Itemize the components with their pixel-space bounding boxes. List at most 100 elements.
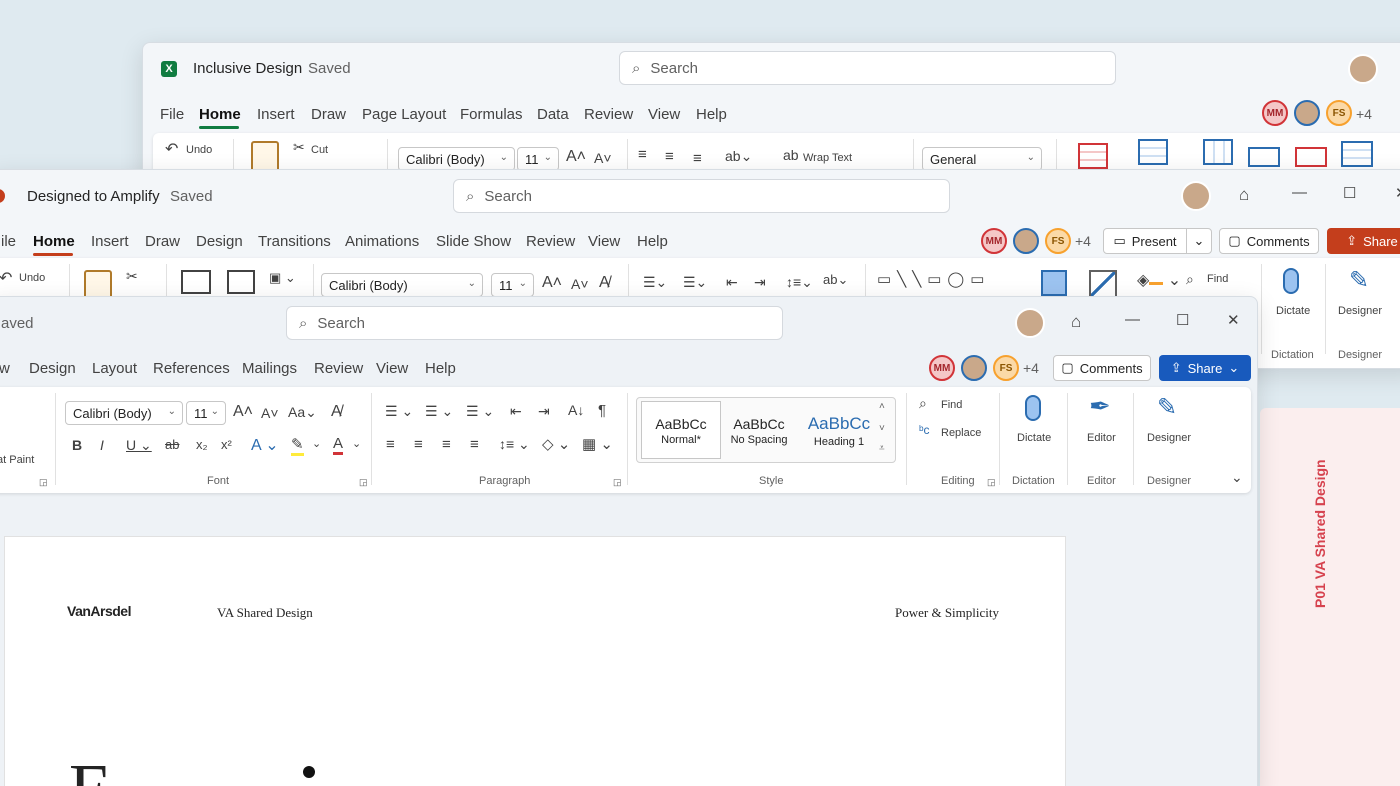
show-marks-icon[interactable]: ¶ <box>598 402 606 419</box>
minimize-icon[interactable]: — <box>1125 311 1140 328</box>
excel-menu-formulas[interactable]: Formulas <box>460 106 523 123</box>
bullets-icon[interactable]: ☰ ⌄ <box>385 403 413 420</box>
text-direction-icon[interactable]: ab⌄ <box>823 272 848 288</box>
maximize-icon[interactable]: ☐ <box>1176 311 1189 329</box>
word-menu-view[interactable]: View <box>376 360 408 377</box>
change-case-icon[interactable]: Aa⌄ <box>288 404 317 421</box>
wrap-text-label[interactable]: Wrap Text <box>803 152 852 164</box>
excel-menu-home[interactable]: Home <box>199 106 241 123</box>
wrap-text-icon[interactable]: ab <box>783 147 799 163</box>
numbering-icon[interactable]: ☰⌄ <box>683 274 707 291</box>
ppt-menu-draw[interactable]: Draw <box>145 233 180 250</box>
undo-label[interactable]: Undo <box>186 144 212 156</box>
excel-size-dropdown[interactable]: 11 ⌄ <box>517 147 559 171</box>
ppt-menu-insert[interactable]: Insert <box>91 233 129 250</box>
ppt-menu-help[interactable]: Help <box>637 233 668 250</box>
word-menu-review[interactable]: Review <box>314 360 363 377</box>
word-share-button[interactable]: ⇪ Share ⌄ <box>1159 355 1251 381</box>
dictate-label[interactable]: Dictate <box>1276 305 1310 317</box>
arrange-icon[interactable] <box>1041 270 1067 296</box>
text-effects-icon[interactable]: A ⌄ <box>251 435 279 455</box>
designer-label[interactable]: Designer <box>1338 305 1382 317</box>
grow-font-icon[interactable]: A˄ <box>542 274 562 292</box>
bullets-icon[interactable]: ☰⌄ <box>643 274 667 291</box>
collaborator-count[interactable]: +4 <box>1023 360 1039 376</box>
sort-icon[interactable]: A↓ <box>568 402 584 418</box>
excel-menu-view[interactable]: View <box>648 106 680 123</box>
align-bottom-icon[interactable]: ≡ <box>693 150 702 167</box>
excel-font-dropdown[interactable]: Calibri (Body) ⌄ <box>398 147 515 171</box>
ppt-menu-home[interactable]: Home <box>33 233 75 250</box>
collaborator-avatar-photo[interactable] <box>1294 100 1320 126</box>
word-font-dropdown[interactable]: Calibri (Body) ⌄ <box>65 401 183 425</box>
editor-label[interactable]: Editor <box>1087 432 1116 444</box>
collaborator-avatar-fs[interactable]: FS <box>993 355 1019 381</box>
ppt-menu-review[interactable]: Review <box>526 233 575 250</box>
collaborator-avatar-mm[interactable]: MM <box>981 228 1007 254</box>
word-comments-button[interactable]: ▢ Comments <box>1053 355 1151 381</box>
excel-menu-file[interactable]: File <box>160 106 184 123</box>
style-normal[interactable]: AaBbCc Normal* <box>641 401 721 459</box>
collaborator-avatar-mm[interactable]: MM <box>929 355 955 381</box>
collaborator-avatar-mm[interactable]: MM <box>1262 100 1288 126</box>
dialog-launcher-icon[interactable]: ◲ <box>613 477 622 488</box>
font-color-icon[interactable]: A <box>333 435 344 455</box>
layout-icon[interactable]: ▣ ⌄ <box>269 270 296 286</box>
close-icon[interactable]: ✕ <box>1395 184 1400 202</box>
excel-menu-help[interactable]: Help <box>696 106 727 123</box>
find-label[interactable]: Find <box>1207 273 1228 285</box>
ppt-menu-view[interactable]: View <box>588 233 620 250</box>
document-page[interactable]: VanArsdel VA Shared Design Power & Simpl… <box>4 536 1066 786</box>
present-button[interactable]: ▭ Present <box>1103 228 1187 254</box>
orientation-icon[interactable]: ab⌄ <box>725 148 752 165</box>
excel-menu-review[interactable]: Review <box>584 106 633 123</box>
ppt-font-dropdown[interactable]: Calibri (Body) ⌄ <box>321 273 483 297</box>
word-menu-layout[interactable]: Layout <box>92 360 137 377</box>
excel-menu-data[interactable]: Data <box>537 106 569 123</box>
find-label[interactable]: Find <box>941 399 962 411</box>
numbering-icon[interactable]: ☰ ⌄ <box>425 403 453 420</box>
ppt-menu-slideshow[interactable]: Slide Show <box>436 233 511 250</box>
superscript-icon[interactable]: x² <box>221 437 232 452</box>
conditional-formatting-icon[interactable] <box>1078 143 1108 169</box>
format-as-table-icon[interactable] <box>1138 139 1168 165</box>
user-avatar[interactable] <box>1181 181 1211 211</box>
line-spacing-icon[interactable]: ↕≡⌄ <box>786 274 813 291</box>
word-search-box[interactable]: ⌕ Search <box>286 306 783 340</box>
cut-icon[interactable]: ✂ <box>293 139 305 156</box>
style-heading-1[interactable]: AaBbCc Heading 1 <box>799 401 879 461</box>
line-spacing-icon[interactable]: ↕≡ ⌄ <box>499 436 530 453</box>
replace-label[interactable]: Replace <box>941 427 981 439</box>
editor-pen-icon[interactable]: ✒ <box>1089 391 1111 422</box>
ppt-menu-transitions[interactable]: Transitions <box>258 233 331 250</box>
collaborator-avatar-fs[interactable]: FS <box>1045 228 1071 254</box>
dialog-launcher-icon[interactable]: ◲ <box>359 477 368 488</box>
present-dropdown[interactable]: ⌄ <box>1186 228 1212 254</box>
new-slide-icon[interactable] <box>181 270 211 294</box>
dictate-label[interactable]: Dictate <box>1017 432 1051 444</box>
word-menu-view-partial[interactable]: w <box>0 360 10 377</box>
ppt-menu-animations[interactable]: Animations <box>345 233 419 250</box>
ppt-menu-file[interactable]: ile <box>1 233 16 250</box>
designer-wand-icon[interactable]: ✎ <box>1157 393 1177 422</box>
highlight-icon[interactable]: ✎ <box>291 435 304 456</box>
quick-styles-icon[interactable] <box>1089 270 1117 298</box>
replace-icon[interactable]: ᵇc <box>919 423 930 437</box>
designer-label[interactable]: Designer <box>1147 432 1191 444</box>
feedback-icon[interactable]: ⌂ <box>1239 185 1249 205</box>
ppt-share-button[interactable]: ⇪ Share <box>1327 228 1400 254</box>
collapse-ribbon-icon[interactable]: ⌄ <box>1231 469 1243 486</box>
number-format-dropdown[interactable]: General ⌄ <box>922 147 1042 171</box>
shrink-font-icon[interactable]: A˅ <box>594 150 612 166</box>
designer-wand-icon[interactable]: ✎ <box>1349 266 1369 295</box>
grow-font-icon[interactable]: A˄ <box>566 148 586 166</box>
dialog-launcher-icon[interactable]: ◲ <box>39 477 48 488</box>
reuse-slides-icon[interactable] <box>227 270 255 294</box>
shading-icon[interactable]: ◇ ⌄ <box>542 435 570 453</box>
justify-icon[interactable]: ≡ <box>470 436 479 453</box>
microphone-icon[interactable] <box>1025 395 1041 421</box>
delete-cells-icon[interactable] <box>1295 147 1327 167</box>
style-no-spacing[interactable]: AaBbCc No Spacing <box>719 401 799 461</box>
clear-formatting-icon[interactable]: A̸ <box>331 403 342 421</box>
undo-label[interactable]: Undo <box>19 272 45 284</box>
